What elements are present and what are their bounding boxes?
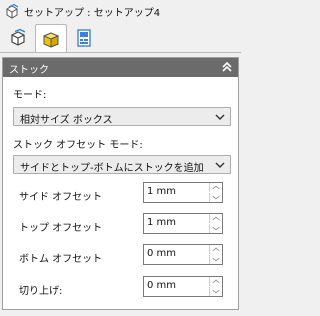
setup-icon bbox=[6, 3, 19, 19]
side-offset-input[interactable]: 1 mm bbox=[143, 182, 223, 203]
spin-down-icon[interactable] bbox=[209, 287, 222, 296]
round-up-value: 0 mm bbox=[147, 280, 177, 291]
tab-divider bbox=[0, 52, 241, 53]
offset-mode-label: ストック オフセット モード: bbox=[13, 140, 143, 151]
stock-box-yellow-icon bbox=[42, 32, 60, 48]
bottom-offset-label: ボトム オフセット bbox=[19, 254, 103, 265]
spin-up-icon[interactable] bbox=[209, 245, 222, 254]
stock-panel: ストック モード: 相対サイズ ボックス ストック オフセット モード: サイド… bbox=[2, 57, 239, 310]
tab-setup[interactable] bbox=[2, 25, 34, 51]
spin-up-icon[interactable] bbox=[209, 277, 222, 286]
window-title: セットアップ : セットアップ4 bbox=[24, 8, 161, 19]
round-up-input[interactable]: 0 mm bbox=[143, 276, 223, 297]
side-offset-label: サイド オフセット bbox=[19, 192, 103, 203]
setup-cube-outline-icon bbox=[11, 28, 26, 46]
tab-row bbox=[0, 22, 241, 53]
double-chevron-up-icon[interactable] bbox=[220, 60, 234, 74]
bottom-offset-value: 0 mm bbox=[147, 248, 177, 259]
offset-mode-dropdown[interactable]: サイドとトップ-ボトムにストックを追加 bbox=[13, 155, 231, 174]
top-offset-value: 1 mm bbox=[147, 217, 177, 228]
spin-down-icon[interactable] bbox=[209, 224, 222, 233]
mode-dropdown-value: 相対サイズ ボックス bbox=[20, 115, 113, 126]
chevron-down-icon bbox=[215, 114, 225, 120]
offset-mode-dropdown-value: サイドとトップ-ボトムにストックを追加 bbox=[20, 163, 204, 174]
title-bar: セットアップ : セットアップ4 bbox=[0, 0, 241, 21]
panel-header[interactable]: ストック bbox=[3, 58, 238, 77]
spin-up-icon[interactable] bbox=[209, 214, 222, 223]
top-offset-label: トップ オフセット bbox=[19, 223, 103, 234]
post-process-document-icon bbox=[77, 29, 91, 47]
round-up-label: 切り上げ: bbox=[19, 286, 63, 297]
spin-down-icon[interactable] bbox=[209, 255, 222, 264]
panel-title: ストック bbox=[9, 65, 49, 76]
spin-up-icon[interactable] bbox=[209, 183, 222, 192]
spin-down-icon[interactable] bbox=[209, 193, 222, 202]
tab-post-process[interactable] bbox=[68, 25, 100, 51]
side-offset-value: 1 mm bbox=[147, 186, 177, 197]
mode-dropdown[interactable]: 相対サイズ ボックス bbox=[13, 107, 231, 126]
chevron-down-icon bbox=[215, 162, 225, 168]
mode-label: モード: bbox=[13, 90, 47, 101]
tab-stock[interactable] bbox=[35, 24, 67, 53]
top-offset-input[interactable]: 1 mm bbox=[143, 213, 223, 234]
bottom-offset-input[interactable]: 0 mm bbox=[143, 244, 223, 265]
